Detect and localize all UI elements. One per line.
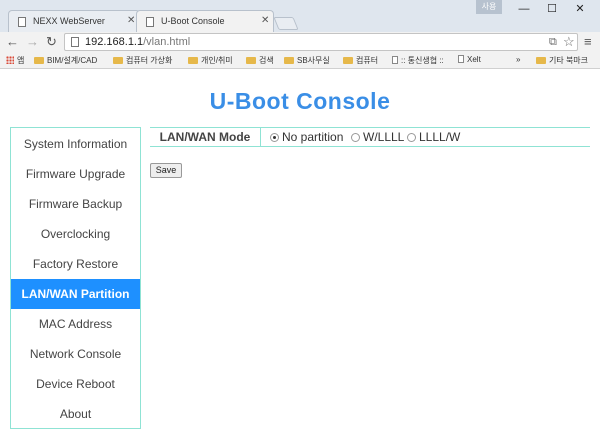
- folder-icon: [34, 57, 44, 64]
- radio-w-llll[interactable]: W/LLLL: [351, 128, 404, 146]
- page-icon: [146, 17, 154, 27]
- file-icon: [458, 55, 464, 63]
- folder-icon: [284, 57, 294, 64]
- folder-icon: [343, 57, 353, 64]
- save-button[interactable]: Save: [150, 163, 182, 178]
- address-bar[interactable]: 192.168.1.1/vlan.html ⧉ ☆: [64, 33, 578, 51]
- lan-wan-mode-row: LAN/WAN Mode No partition W/LLLL LLLL/W: [150, 127, 590, 147]
- bookmark-folder[interactable]: 개인/취미: [188, 55, 233, 66]
- radio-unchecked-icon[interactable]: [407, 133, 416, 142]
- sidebar-item-overclocking[interactable]: Overclocking: [11, 219, 140, 249]
- browser-titlebar: NEXX WebServer ✕ U-Boot Console ✕ 사용 — ☐…: [0, 0, 600, 32]
- file-icon: [392, 56, 398, 64]
- bookmark-page[interactable]: :: 통신생협 ::: [392, 55, 444, 66]
- back-arrow-icon[interactable]: ←: [6, 34, 19, 50]
- sidebar-item-mac-address[interactable]: MAC Address: [11, 309, 140, 339]
- folder-icon: [536, 57, 546, 64]
- tab-title: U-Boot Console: [161, 16, 225, 26]
- radio-llll-w[interactable]: LLLL/W: [407, 128, 460, 146]
- radio-no-partition[interactable]: No partition: [270, 128, 343, 146]
- bookmarks-overflow-chevron-icon[interactable]: »: [516, 55, 520, 64]
- sidebar-item-firmware-upgrade[interactable]: Firmware Upgrade: [11, 159, 140, 189]
- window-close-button[interactable]: ✕: [565, 1, 595, 17]
- bookmark-folder[interactable]: BIM/설계/CAD: [34, 55, 97, 66]
- sidebar-menu: System Information Firmware Upgrade Firm…: [10, 127, 141, 429]
- url-text[interactable]: 192.168.1.1/vlan.html: [85, 36, 190, 48]
- user-badge[interactable]: 사용: [476, 0, 502, 14]
- menu-icon[interactable]: ≡: [584, 34, 592, 49]
- reload-icon[interactable]: ↻: [46, 34, 57, 50]
- maximize-button[interactable]: ☐: [537, 1, 567, 17]
- browser-toolbar: ← → ↻ 192.168.1.1/vlan.html ⧉ ☆ ≡: [0, 32, 600, 52]
- star-icon[interactable]: ☆: [563, 34, 575, 50]
- tab-title: NEXX WebServer: [33, 16, 105, 26]
- bookmark-folder[interactable]: 검색: [246, 55, 274, 66]
- folder-icon: [246, 57, 256, 64]
- page-title: U-Boot Console: [209, 88, 391, 114]
- tab-nexx-webserver[interactable]: NEXX WebServer ✕: [8, 10, 140, 32]
- translate-icon[interactable]: ⧉: [549, 36, 557, 49]
- close-icon[interactable]: ✕: [127, 15, 135, 26]
- sidebar-item-factory-restore[interactable]: Factory Restore: [11, 249, 140, 279]
- sidebar-item-firmware-backup[interactable]: Firmware Backup: [11, 189, 140, 219]
- bookmarks-bar: 앱 BIM/설계/CAD 컴퓨터 가상화 개인/취미 검색 SB사무실 컴퓨터 …: [0, 52, 600, 69]
- sidebar-item-network-console[interactable]: Network Console: [11, 339, 140, 369]
- minimize-button[interactable]: —: [509, 1, 539, 17]
- bookmark-page[interactable]: Xelt: [458, 55, 481, 64]
- sidebar-item-system-information[interactable]: System Information: [11, 129, 140, 159]
- tab-u-boot-console[interactable]: U-Boot Console ✕: [136, 10, 274, 32]
- lan-wan-mode-label: LAN/WAN Mode: [150, 128, 261, 146]
- sidebar-item-device-reboot[interactable]: Device Reboot: [11, 369, 140, 399]
- radio-checked-icon[interactable]: [270, 133, 279, 142]
- radio-unchecked-icon[interactable]: [351, 133, 360, 142]
- bookmark-folder[interactable]: 컴퓨터: [343, 55, 378, 66]
- folder-icon: [113, 57, 123, 64]
- bookmark-folder[interactable]: SB사무실: [284, 55, 330, 66]
- bookmark-folder[interactable]: 컴퓨터 가상화: [113, 55, 172, 66]
- page-icon: [18, 17, 26, 27]
- folder-icon: [188, 57, 198, 64]
- close-icon[interactable]: ✕: [261, 15, 269, 26]
- page-icon: [71, 37, 79, 47]
- sidebar-item-lan-wan-partition[interactable]: LAN/WAN Partition: [11, 279, 140, 309]
- bookmark-folder-other[interactable]: 기타 북마크: [536, 55, 588, 66]
- bookmark-apps[interactable]: 앱: [6, 55, 24, 66]
- apps-icon: [6, 56, 14, 64]
- sidebar-item-about[interactable]: About: [11, 399, 140, 429]
- forward-arrow-icon[interactable]: →: [26, 34, 39, 50]
- new-tab-button[interactable]: [273, 17, 299, 30]
